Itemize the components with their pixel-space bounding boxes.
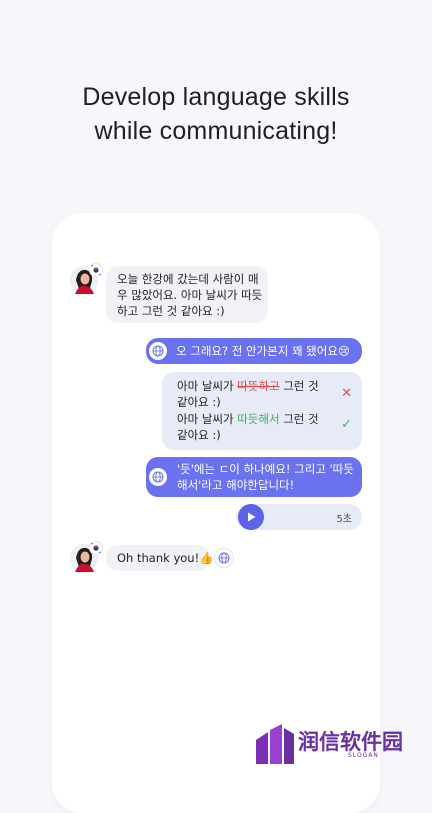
translate-button[interactable]	[149, 342, 167, 360]
globe-icon	[152, 471, 164, 483]
message-outgoing[interactable]: '듯'에는 ㄷ이 하나예요! 그리고 '따듯 해서'라고 해야한답니다!	[146, 457, 362, 497]
headline-line-1: Develop language skills	[82, 83, 350, 111]
play-icon	[248, 512, 256, 522]
headline-line-2: while communicating!	[94, 117, 338, 145]
message-text: '듯'에는 ㄷ이 하나예요! 그리고 '따듯	[177, 462, 354, 476]
correction-text: 그런 것	[279, 412, 319, 426]
message-outgoing[interactable]: 오 그래요? 전 안가본지 꽤 됐어요😢	[146, 338, 362, 364]
watermark-logo: 润信软件园 SLOGAN	[252, 722, 432, 768]
korea-flag-icon	[89, 263, 103, 277]
headline: Develop language skills while communicat…	[0, 80, 432, 148]
korea-flag-icon	[89, 541, 103, 555]
avatar[interactable]	[70, 541, 103, 572]
avatar[interactable]	[70, 263, 103, 294]
watermark-slogan: SLOGAN	[348, 752, 379, 759]
correction-text: 아마 날씨가	[177, 379, 238, 393]
correction-text: 같아요 :)	[177, 428, 221, 442]
globe-icon	[218, 552, 230, 564]
correction-text: 아마 날씨가	[177, 412, 238, 426]
message-text: 오 그래요? 전 안가본지 꽤 됐어요😢	[176, 344, 350, 358]
corrected-word: 따듯해서	[237, 412, 280, 426]
globe-icon	[152, 345, 164, 357]
correction-right: 아마 날씨가 따듯해서 그런 것 같아요 :)	[177, 411, 319, 443]
correction-card[interactable]: 아마 날씨가 따뜻하고 그런 것 같아요 :) ✕ 아마 날씨가 따듯해서 그런…	[162, 372, 362, 450]
correction-text: 같아요 :)	[177, 395, 221, 409]
translate-button[interactable]	[149, 468, 167, 486]
translate-button[interactable]	[214, 548, 234, 568]
wrong-word: 따뜻하고	[237, 379, 280, 393]
voice-duration: 5초	[336, 514, 352, 525]
message-text: Oh thank you!👍	[117, 551, 214, 565]
voice-message[interactable]: 5초	[236, 504, 362, 530]
message-text: 우 많았어요. 아마 날씨가 따듯	[117, 288, 263, 302]
message-incoming[interactable]: Oh thank you!👍	[106, 545, 214, 571]
logo-icon	[256, 724, 294, 764]
correction-text: 그런 것	[279, 379, 319, 393]
correction-wrong: 아마 날씨가 따뜻하고 그런 것 같아요 :)	[177, 378, 319, 410]
message-incoming[interactable]: 오늘 한강에 갔는데 사람이 매 우 많았어요. 아마 날씨가 따듯 하고 그런…	[106, 266, 268, 323]
play-button[interactable]	[238, 504, 264, 530]
message-text: 해서'라고 해야한답니다!	[177, 478, 295, 492]
message-text: 오늘 한강에 갔는데 사람이 매	[117, 272, 259, 286]
check-icon: ✓	[341, 417, 352, 432]
wrong-icon: ✕	[341, 386, 352, 401]
message-text: 하고 그런 것 같아요 :)	[117, 304, 225, 318]
